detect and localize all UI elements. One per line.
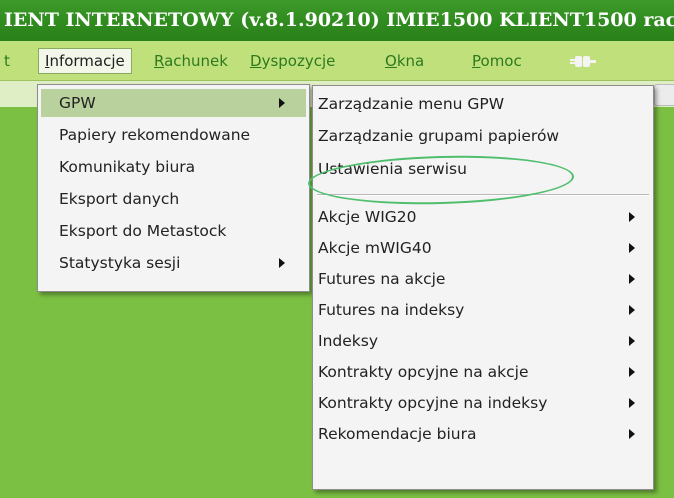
- gpw-submenu: Zarządzanie menu GPW Zarządzanie grupami…: [312, 85, 654, 490]
- submenu-arrow-icon: [629, 336, 635, 346]
- menu-bar: t Informacje Rachunek Dyspozycje Okna Po…: [0, 41, 674, 81]
- menu-item-akcje-mwig40[interactable]: Akcje mWIG40: [316, 234, 635, 262]
- menu-item-label: Futures na akcje: [318, 270, 446, 288]
- informacje-menu: GPW Papiery rekomendowane Komunikaty biu…: [37, 84, 310, 292]
- menu-item-label: Futures na indeksy: [318, 301, 465, 319]
- menu-item-futures-na-indeksy[interactable]: Futures na indeksy: [316, 296, 635, 324]
- menubar-accel: O: [385, 52, 397, 70]
- submenu-arrow-icon: [629, 367, 635, 377]
- submenu-arrow-icon: [629, 243, 635, 253]
- menu-item-label: Zarządzanie menu GPW: [318, 95, 505, 113]
- submenu-arrow-icon: [629, 305, 635, 315]
- menu-item-akcje-wig20[interactable]: Akcje WIG20: [316, 203, 635, 231]
- submenu-arrow-icon: [629, 429, 635, 439]
- menu-item-futures-na-akcje[interactable]: Futures na akcje: [316, 265, 635, 293]
- menu-item-label: Eksport do Metastock: [59, 222, 227, 240]
- menu-item-statystyka-sesji[interactable]: Statystyka sesji: [41, 249, 306, 277]
- menu-item-label: GPW: [59, 94, 96, 112]
- menubar-label-rest: nformacje: [49, 52, 125, 70]
- menu-item-label: Rekomendacje biura: [318, 425, 477, 443]
- menubar-label-rest: achunek: [164, 52, 228, 70]
- menu-item-papiery-rekomendowane[interactable]: Papiery rekomendowane: [41, 121, 250, 149]
- menu-item-eksport-danych[interactable]: Eksport danych: [41, 185, 179, 213]
- menu-item-kontrakty-opcyjne-na-akcje[interactable]: Kontrakty opcyjne na akcje: [316, 358, 635, 386]
- menubar-label-rest: yspozycje: [261, 52, 336, 70]
- menubar-item-partial[interactable]: t: [2, 49, 12, 73]
- menu-item-label: Statystyka sesji: [59, 254, 181, 272]
- menubar-accel: P: [472, 52, 481, 70]
- menu-item-komunikaty-biura[interactable]: Komunikaty biura: [41, 153, 195, 181]
- menu-item-label: Papiery rekomendowane: [59, 126, 251, 144]
- plug-connection-icon[interactable]: [570, 53, 596, 69]
- menu-item-eksport-do-metastock[interactable]: Eksport do Metastock: [41, 217, 226, 245]
- menu-item-label: Akcje WIG20: [318, 208, 417, 226]
- menu-item-label: Kontrakty opcyjne na akcje: [318, 363, 529, 381]
- submenu-arrow-icon: [629, 212, 635, 222]
- window-titlebar: IENT INTERNETOWY (v.8.1.90210) IMIE1500 …: [0, 0, 674, 41]
- menubar-accel: R: [154, 52, 165, 70]
- menubar-item-dyspozycje[interactable]: Dyspozycje: [248, 49, 337, 73]
- submenu-arrow-icon: [629, 398, 635, 408]
- menu-item-label: Kontrakty opcyjne na indeksy: [318, 394, 548, 412]
- menu-item-rekomendacje-biura[interactable]: Rekomendacje biura: [316, 420, 635, 448]
- menu-item-label: Komunikaty biura: [59, 158, 196, 176]
- menu-item-label: Zarządzanie grupami papierów: [318, 127, 560, 145]
- menubar-item-pomoc[interactable]: Pomoc: [470, 49, 524, 73]
- menu-item-zarzadzanie-grupami-papierow[interactable]: Zarządzanie grupami papierów: [316, 122, 559, 150]
- menu-item-indeksy[interactable]: Indeksy: [316, 327, 635, 355]
- menu-item-label: Eksport danych: [59, 190, 180, 208]
- menubar-accel: D: [250, 52, 262, 70]
- menu-item-zarzadzanie-menu-gpw[interactable]: Zarządzanie menu GPW: [316, 90, 504, 118]
- window-title: IENT INTERNETOWY (v.8.1.90210) IMIE1500 …: [4, 9, 674, 31]
- menubar-label-rest: kna: [396, 52, 425, 70]
- menu-item-label: Akcje mWIG40: [318, 239, 432, 257]
- menu-item-kontrakty-opcyjne-na-indeksy[interactable]: Kontrakty opcyjne na indeksy: [316, 389, 635, 417]
- menubar-item-rachunek[interactable]: Rachunek: [152, 49, 230, 73]
- submenu-arrow-icon: [629, 274, 635, 284]
- submenu-arrow-icon: [279, 98, 285, 108]
- menu-item-label: Indeksy: [318, 332, 378, 350]
- submenu-arrow-icon: [279, 258, 285, 268]
- menubar-item-informacje[interactable]: Informacje: [38, 48, 132, 74]
- menubar-label-rest: omoc: [480, 52, 522, 70]
- menu-item-gpw[interactable]: GPW: [41, 89, 306, 117]
- menubar-item-okna[interactable]: Okna: [383, 49, 426, 73]
- toolbar-field[interactable]: [654, 84, 674, 106]
